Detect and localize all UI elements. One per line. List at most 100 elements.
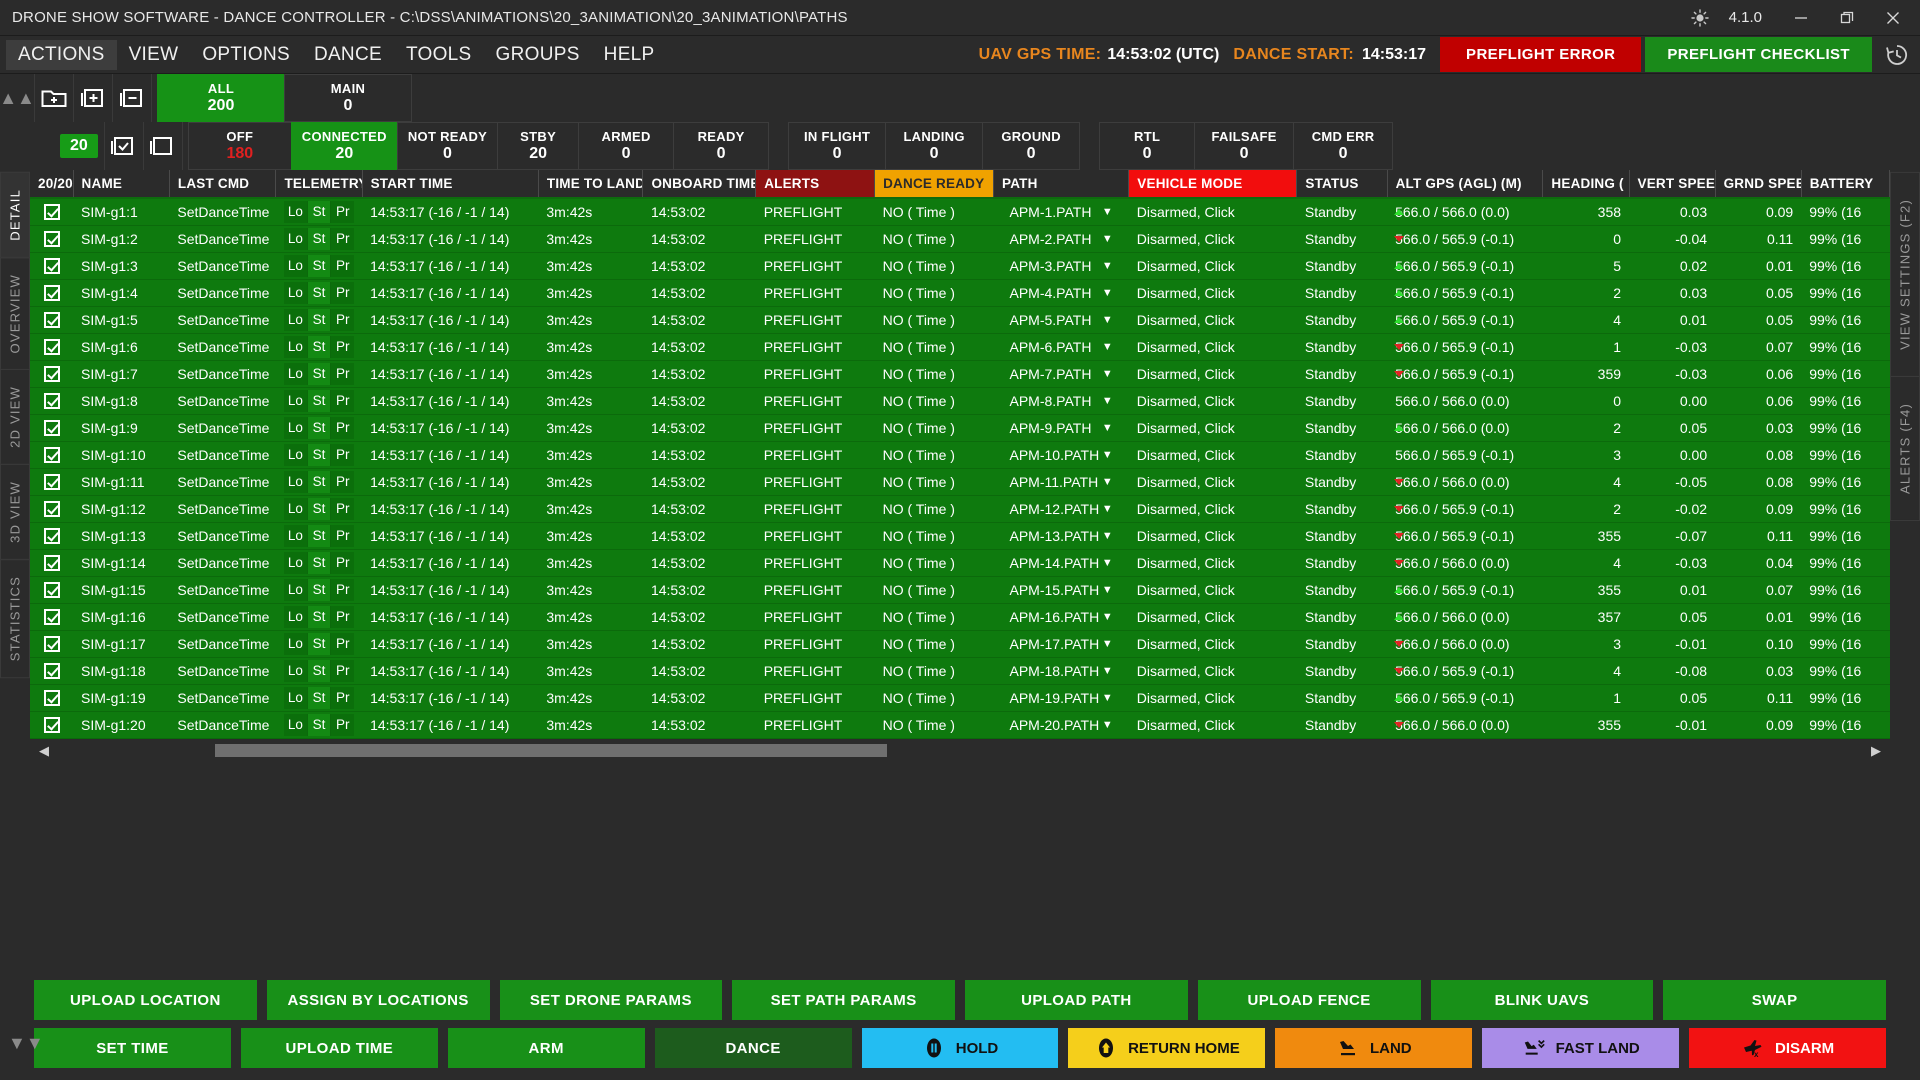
history-icon[interactable] bbox=[1878, 42, 1916, 68]
chevron-down-icon[interactable]: ▼ bbox=[1102, 260, 1113, 272]
fast-land-button[interactable]: FAST LAND bbox=[1482, 1028, 1680, 1068]
row-checkbox[interactable] bbox=[43, 528, 60, 545]
header-vert-speed[interactable]: VERT SPEED bbox=[1629, 170, 1716, 199]
row-checkbox-cell[interactable] bbox=[30, 225, 74, 253]
header-dance-ready[interactable]: DANCE READY bbox=[874, 170, 994, 199]
chevron-down-icon[interactable]: ▼ bbox=[1102, 476, 1113, 488]
row-checkbox-cell[interactable] bbox=[30, 360, 74, 388]
land-button[interactable]: LAND bbox=[1275, 1028, 1473, 1068]
preflight-error-button[interactable]: PREFLIGHT ERROR bbox=[1440, 37, 1642, 72]
cell-path[interactable]: APM-4.PATH ▼ bbox=[993, 279, 1129, 307]
cell-vehicle-mode[interactable]: Disarmed, Click bbox=[1128, 414, 1297, 442]
cell-dance-ready[interactable]: NO ( Time ) bbox=[874, 495, 994, 523]
table-row[interactable]: SIM-g1:16 SetDanceTime Lo St Pr 14:53:17 (-16… bbox=[30, 603, 1890, 631]
table-row[interactable]: SIM-g1:18 SetDanceTime Lo St Pr 14:53:17 (-16… bbox=[30, 657, 1890, 685]
cell-vehicle-mode[interactable]: Disarmed, Click bbox=[1128, 684, 1297, 712]
status-cmd-err[interactable]: CMD ERR 0 bbox=[1293, 122, 1394, 170]
cell-dance-ready[interactable]: NO ( Time ) bbox=[874, 198, 994, 226]
cell-dance-ready[interactable]: NO ( Time ) bbox=[874, 360, 994, 388]
upload-path-button[interactable]: UPLOAD PATH bbox=[965, 980, 1188, 1020]
tab-2d-view[interactable]: 2D VIEW bbox=[0, 369, 30, 466]
disarm-button[interactable]: x DISARM bbox=[1689, 1028, 1887, 1068]
chevron-down-icon[interactable]: ▼ bbox=[1102, 584, 1113, 596]
blink-uavs-button[interactable]: BLINK UAVS bbox=[1430, 980, 1654, 1020]
cell-dance-ready[interactable]: NO ( Time ) bbox=[874, 711, 994, 739]
menu-actions[interactable]: ACTIONS bbox=[6, 39, 117, 70]
cell-vehicle-mode[interactable]: Disarmed, Click bbox=[1128, 549, 1297, 577]
row-checkbox-cell[interactable] bbox=[30, 711, 74, 739]
menu-groups[interactable]: GROUPS bbox=[484, 40, 592, 70]
row-checkbox[interactable] bbox=[43, 312, 60, 329]
path-dropdown[interactable]: APM-20.PATH ▼ bbox=[1002, 714, 1121, 736]
chevron-down-icon[interactable]: ▼ bbox=[1102, 368, 1113, 380]
status-landing[interactable]: LANDING 0 bbox=[885, 122, 984, 170]
header-heading[interactable]: HEADING ( bbox=[1542, 170, 1630, 199]
table-row[interactable]: SIM-g1:15 SetDanceTime Lo St Pr 14:53:17 (-16… bbox=[30, 576, 1890, 604]
cell-path[interactable]: APM-19.PATH ▼ bbox=[993, 684, 1129, 712]
chevron-down-icon[interactable]: ▼ bbox=[1102, 557, 1113, 569]
chevron-down-icon[interactable]: ▼ bbox=[1102, 530, 1113, 542]
row-checkbox-cell[interactable] bbox=[30, 522, 74, 550]
tab-overview[interactable]: OVERVIEW bbox=[0, 256, 30, 371]
status-connected[interactable]: CONNECTED 20 bbox=[290, 122, 398, 170]
row-checkbox[interactable] bbox=[43, 339, 60, 356]
row-checkbox-cell[interactable] bbox=[30, 549, 74, 577]
row-checkbox-cell[interactable] bbox=[30, 333, 74, 361]
cell-vehicle-mode[interactable]: Disarmed, Click bbox=[1128, 252, 1297, 280]
cell-dance-ready[interactable]: NO ( Time ) bbox=[874, 576, 994, 604]
header-alerts[interactable]: ALERTS bbox=[755, 170, 876, 199]
row-checkbox-cell[interactable] bbox=[30, 279, 74, 307]
hold-button[interactable]: HOLD bbox=[861, 1028, 1059, 1068]
tab-statistics[interactable]: STATISTICS bbox=[0, 558, 30, 679]
cell-vehicle-mode[interactable]: Disarmed, Click bbox=[1128, 630, 1297, 658]
header-alt-gps[interactable]: ALT GPS (AGL) (M) bbox=[1387, 170, 1544, 199]
cell-path[interactable]: APM-3.PATH ▼ bbox=[993, 252, 1129, 280]
header-battery[interactable]: BATTERY bbox=[1801, 170, 1891, 199]
cell-vehicle-mode[interactable]: Disarmed, Click bbox=[1128, 711, 1297, 739]
row-checkbox[interactable] bbox=[43, 393, 60, 410]
menu-dance[interactable]: DANCE bbox=[302, 40, 394, 70]
row-checkbox-cell[interactable] bbox=[30, 387, 74, 415]
cell-path[interactable]: APM-2.PATH ▼ bbox=[993, 225, 1129, 253]
status-armed[interactable]: ARMED 0 bbox=[578, 122, 675, 170]
row-checkbox-cell[interactable] bbox=[30, 630, 74, 658]
chevron-down-icon[interactable]: ▼ bbox=[1102, 233, 1113, 245]
deselect-all-icon[interactable] bbox=[142, 122, 183, 170]
row-checkbox[interactable] bbox=[43, 555, 60, 572]
cell-path[interactable]: APM-5.PATH ▼ bbox=[993, 306, 1129, 334]
table-row[interactable]: SIM-g1:14 SetDanceTime Lo St Pr 14:53:17 (-16… bbox=[30, 549, 1890, 577]
cell-path[interactable]: APM-12.PATH ▼ bbox=[993, 495, 1129, 523]
cell-dance-ready[interactable]: NO ( Time ) bbox=[874, 252, 994, 280]
dance-button[interactable]: DANCE bbox=[654, 1028, 852, 1068]
cell-vehicle-mode[interactable]: Disarmed, Click bbox=[1128, 522, 1297, 550]
row-checkbox-cell[interactable] bbox=[30, 495, 74, 523]
remove-group-icon[interactable] bbox=[112, 74, 152, 122]
status-not-ready[interactable]: NOT READY 0 bbox=[396, 122, 499, 170]
header-telemetry[interactable]: TELEMETRY bbox=[275, 170, 363, 199]
cell-dance-ready[interactable]: NO ( Time ) bbox=[874, 522, 994, 550]
cell-vehicle-mode[interactable]: Disarmed, Click bbox=[1128, 468, 1297, 496]
table-row[interactable]: SIM-g1:4 SetDanceTime Lo St Pr 14:53:17 (-16 … bbox=[30, 279, 1890, 307]
header-onboard-time[interactable]: ONBOARD TIME bbox=[642, 170, 757, 199]
path-dropdown[interactable]: APM-17.PATH ▼ bbox=[1002, 633, 1121, 655]
cell-path[interactable]: APM-14.PATH ▼ bbox=[993, 549, 1129, 577]
status-ground[interactable]: GROUND 0 bbox=[982, 122, 1081, 170]
cell-vehicle-mode[interactable]: Disarmed, Click bbox=[1128, 198, 1297, 226]
row-checkbox[interactable] bbox=[43, 501, 60, 518]
group-main[interactable]: MAIN 0 bbox=[284, 74, 412, 122]
chevron-down-icon[interactable]: ▼ bbox=[1102, 611, 1113, 623]
cell-path[interactable]: APM-20.PATH ▼ bbox=[993, 711, 1129, 739]
swap-button[interactable]: SWAP bbox=[1663, 980, 1886, 1020]
cell-vehicle-mode[interactable]: Disarmed, Click bbox=[1128, 657, 1297, 685]
cell-dance-ready[interactable]: NO ( Time ) bbox=[874, 468, 994, 496]
path-dropdown[interactable]: APM-11.PATH ▼ bbox=[1002, 471, 1121, 493]
cell-path[interactable]: APM-6.PATH ▼ bbox=[993, 333, 1129, 361]
scroll-right-arrow[interactable]: ▶ bbox=[1868, 743, 1884, 759]
table-row[interactable]: SIM-g1:20 SetDanceTime Lo St Pr 14:53:17 (-16… bbox=[30, 711, 1890, 739]
header-status[interactable]: STATUS bbox=[1296, 170, 1388, 199]
header-name[interactable]: NAME bbox=[73, 170, 170, 199]
cell-dance-ready[interactable]: NO ( Time ) bbox=[874, 387, 994, 415]
row-checkbox[interactable] bbox=[43, 663, 60, 680]
scrollbar-thumb[interactable] bbox=[215, 744, 888, 757]
chevron-down-icon[interactable]: ▼▼ bbox=[8, 1033, 44, 1054]
